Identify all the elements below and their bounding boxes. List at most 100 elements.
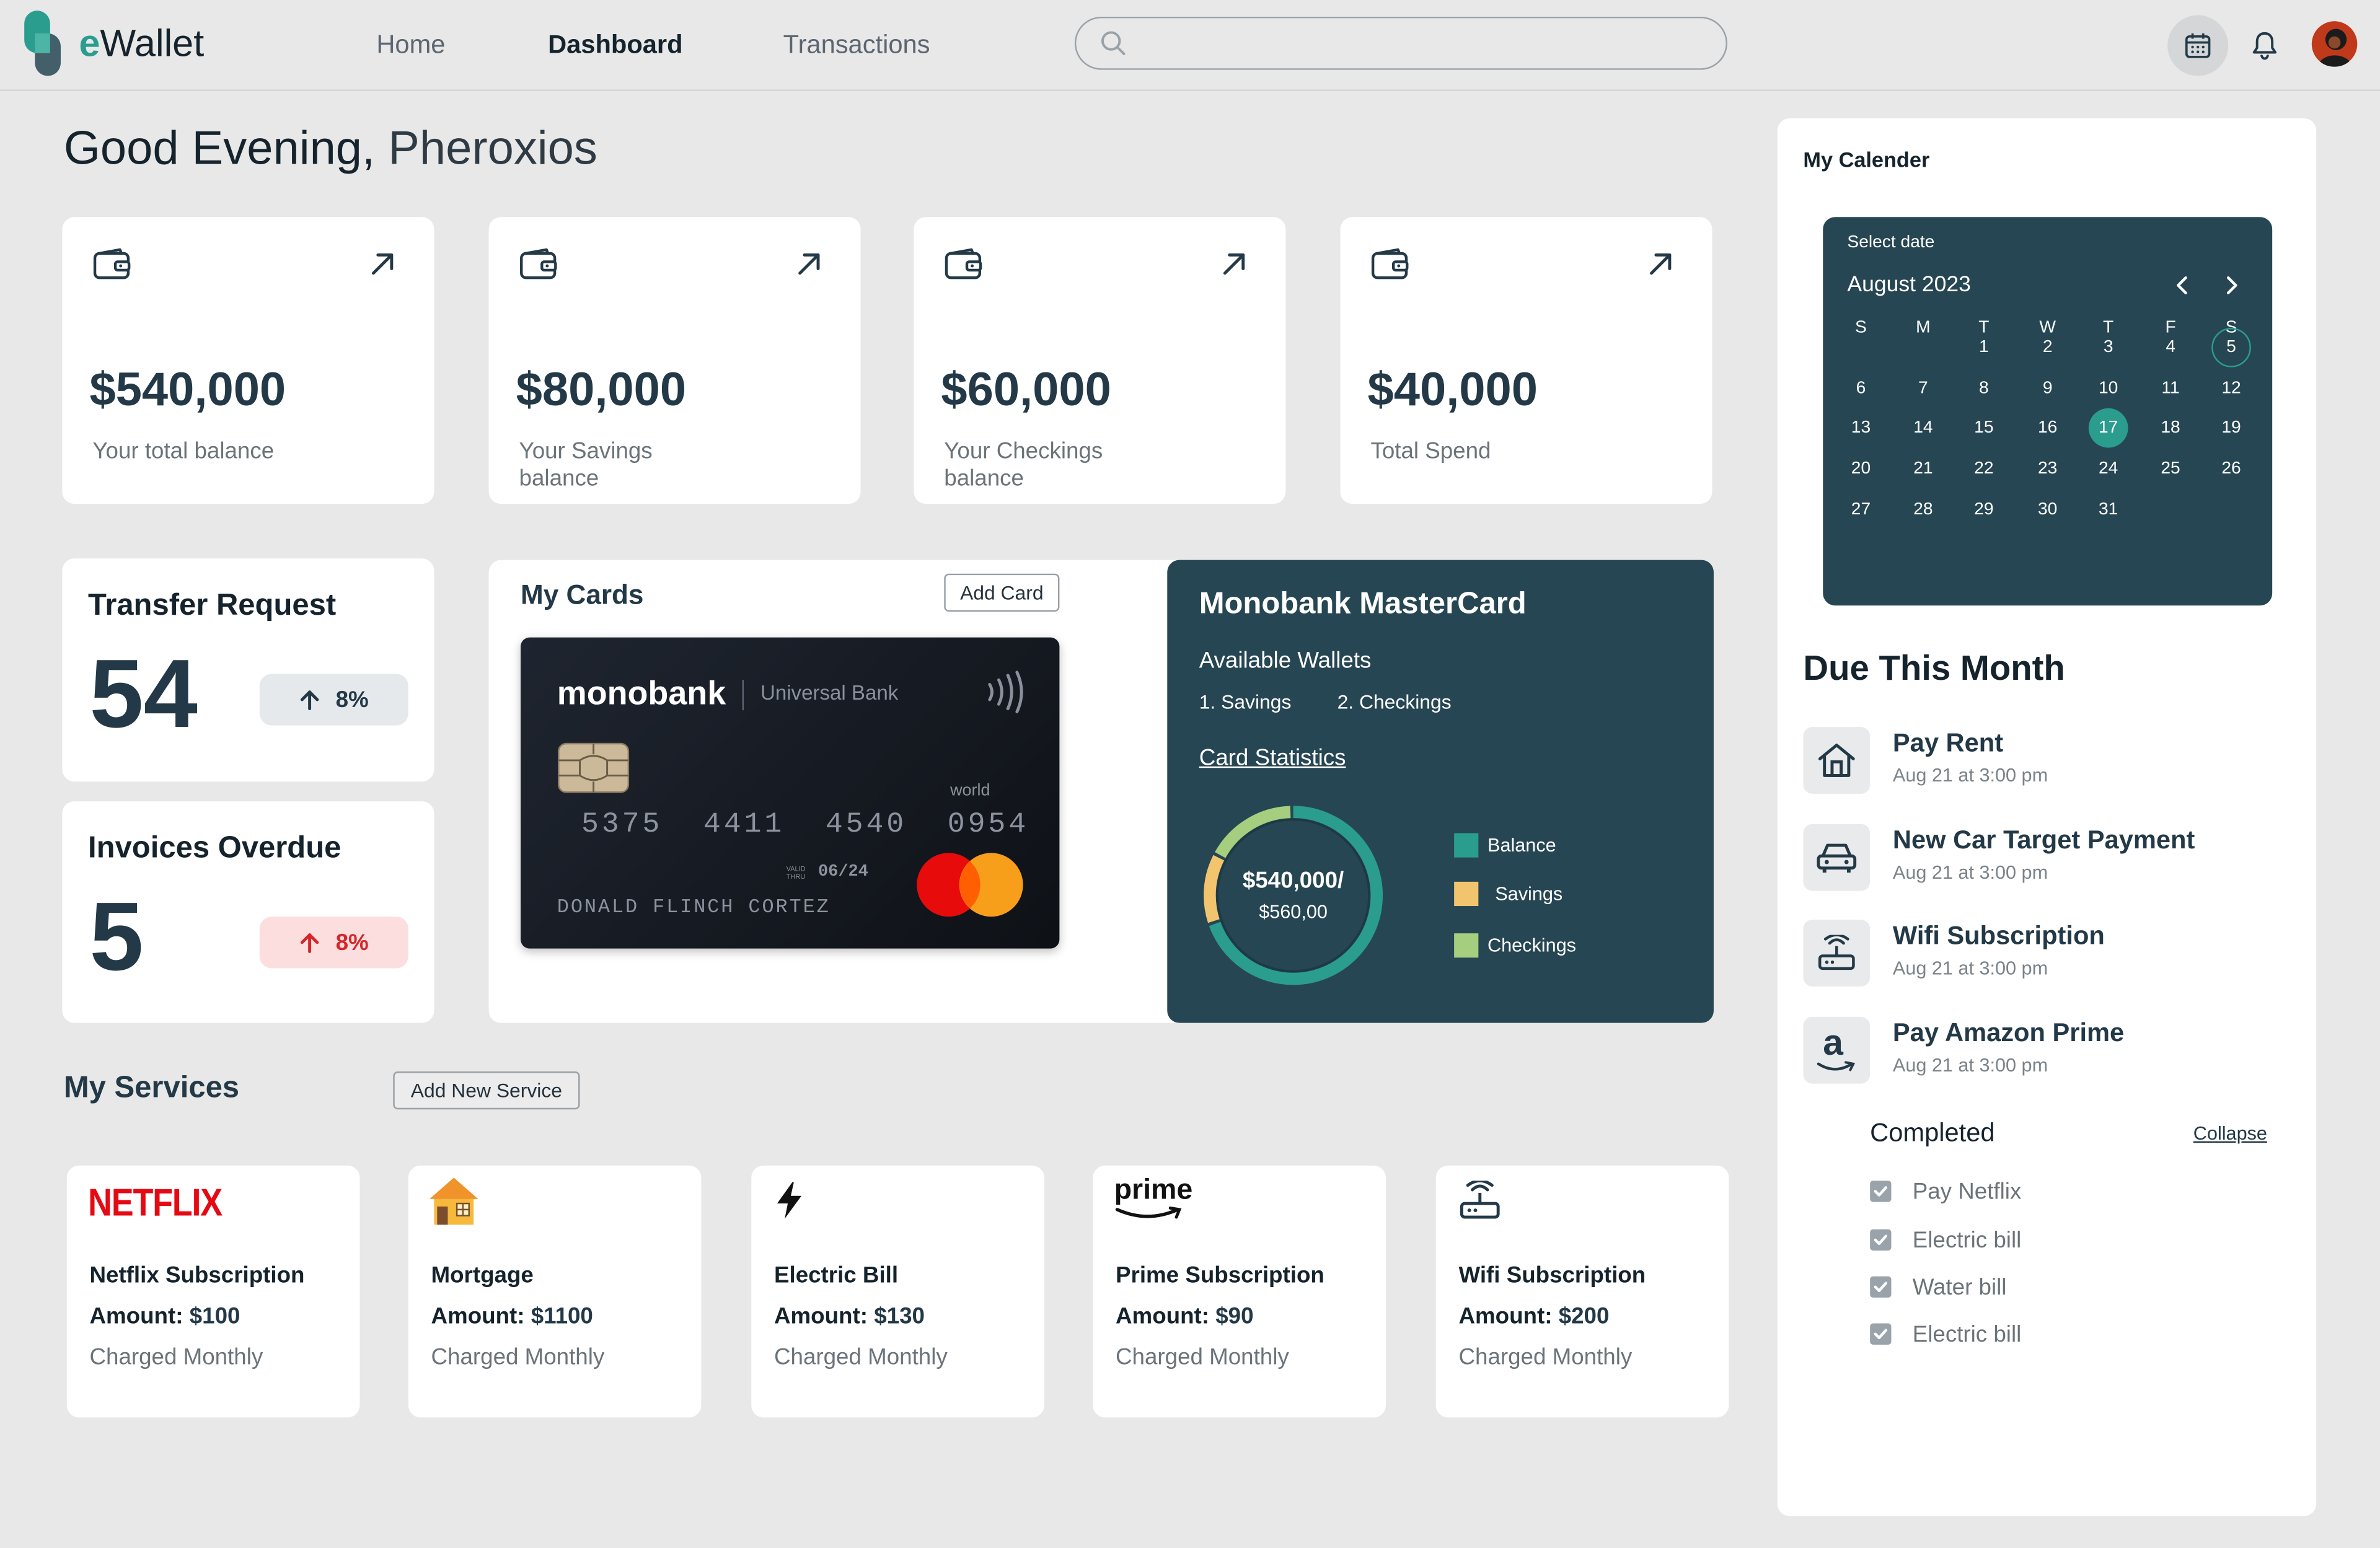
service-frequency: Charged Monthly [774,1344,948,1371]
router-icon [1803,920,1871,987]
nav-home[interactable]: Home [376,30,445,61]
calendar-day[interactable]: 14 [1903,408,1943,448]
due-item-wifi[interactable]: Wifi Subscription Aug 21 at 3:00 pm [1803,920,2289,993]
calendar-day[interactable]: 21 [1903,449,1943,489]
weekday-header: S [1855,319,1867,337]
calendar-day[interactable]: 7 [1903,369,1943,408]
stat-card-checkings[interactable]: $60,000 Your Checkings balance [914,217,1286,504]
calendar-day[interactable]: 19 [2211,408,2251,448]
service-card-netflix[interactable]: NETFLIX Netflix Subscription Amount: $10… [66,1165,360,1418]
calendar-day[interactable]: 29 [1964,490,2004,530]
arrow-up-right-icon[interactable] [795,250,822,278]
add-card-button[interactable]: Add Card [944,573,1060,612]
arrow-up-right-icon[interactable] [1220,250,1248,278]
completed-item-label: Electric bill [1912,1228,2022,1254]
nav-transactions[interactable]: Transactions [783,30,930,61]
calendar-day[interactable]: 28 [1903,490,1943,530]
card-statistics-link[interactable]: Card Statistics [1199,745,1346,771]
calendar-day[interactable]: 16 [2028,408,2068,448]
checkbox[interactable] [1870,1323,1892,1345]
calendar-day[interactable]: 8 [1964,369,2004,408]
search-input[interactable] [1140,24,1708,64]
app-title[interactable]: eWallet [79,23,204,67]
calendar-day[interactable]: 6 [1841,369,1881,408]
calendar-day[interactable]: 9 [2028,369,2068,408]
donut-amount: $540,000/ [1242,868,1344,894]
checkbox[interactable] [1870,1229,1892,1251]
service-card-mortgage[interactable]: Mortgage Amount: $1100 Charged Monthly [408,1165,702,1418]
card-statistics-donut [1204,806,1383,985]
calendar-day[interactable]: 23 [2028,449,2068,489]
legend-label: Savings [1495,883,1563,905]
calendar-button[interactable] [2167,15,2229,76]
due-this-month-title: Due This Month [1803,648,2065,688]
calendar-day-today[interactable]: 5 [2211,327,2251,367]
service-card-wifi[interactable]: Wifi Subscription Amount: $200 Charged M… [1435,1165,1729,1418]
notifications-button[interactable] [2234,15,2295,76]
card-bank-name: Universal Bank [760,681,899,705]
due-item-title: New Car Target Payment [1892,825,2195,855]
service-card-prime[interactable]: prime Prime Subscription Amount: $90 Cha… [1093,1165,1386,1418]
due-item-amazon-prime[interactable]: a Pay Amazon Prime Aug 21 at 3:00 pm [1803,1016,2289,1090]
calendar-day[interactable]: 31 [2089,490,2128,530]
calendar-day[interactable]: 3 [2089,328,2128,367]
calendar-day[interactable]: 25 [2151,449,2190,489]
calendar-day[interactable]: 30 [2028,490,2068,530]
arrow-up-right-icon[interactable] [369,250,396,278]
bank-card[interactable]: monobank Universal Bank world 5375 4411 … [521,637,1060,949]
calendar-day[interactable]: 11 [2151,369,2190,408]
avatar[interactable] [2311,21,2358,67]
calendar-day[interactable]: 10 [2089,369,2128,408]
due-item-pay-rent[interactable]: Pay Rent Aug 21 at 3:00 pm [1803,727,2289,800]
calendar-day[interactable]: 12 [2211,369,2251,408]
service-amount: Amount: $100 [89,1304,240,1330]
stat-card-total-balance[interactable]: $540,000 Your total balance [62,217,434,504]
calendar-day[interactable]: 2 [2028,328,2068,367]
legend-label: Balance [1488,834,1556,856]
calendar-day[interactable]: 13 [1841,408,1881,448]
greeting-name: Pheroxios [388,121,597,175]
calendar-day[interactable]: 4 [2151,328,2190,367]
calendar-day[interactable]: 20 [1841,449,1881,489]
car-icon [1803,824,1871,891]
stat-amount: $80,000 [516,363,687,416]
invoices-overdue-card[interactable]: Invoices Overdue 5 8% [62,801,434,1023]
calendar-day[interactable]: 27 [1841,490,1881,530]
checkbox[interactable] [1870,1276,1892,1298]
house-icon [1803,727,1871,794]
calendar-day[interactable]: 24 [2089,449,2128,489]
greeting: Good Evening, Pheroxios [64,121,597,176]
calendar-day[interactable]: 1 [1964,328,2004,367]
mastercard-panel-title: Monobank MasterCard [1199,587,1527,621]
search-box[interactable] [1074,16,1727,70]
my-calendar-title: My Calender [1803,147,1930,172]
service-card-electric-bill[interactable]: Electric Bill Amount: $130 Charged Month… [751,1165,1044,1418]
calendar-day-selected[interactable]: 17 [2088,408,2128,448]
due-item-car-payment[interactable]: New Car Target Payment Aug 21 at 3:00 pm [1803,824,2289,897]
card-brand: monobank [557,674,726,712]
checkbox[interactable] [1870,1181,1892,1202]
transfer-request-card[interactable]: Transfer Request 54 8% [62,558,434,782]
service-frequency: Charged Monthly [1116,1344,1289,1371]
bell-icon [2251,30,2278,61]
legend-swatch [1454,833,1479,858]
stat-card-total-spend[interactable]: $40,000 Total Spend [1340,217,1712,504]
add-new-service-button[interactable]: Add New Service [393,1071,580,1110]
lightning-icon [773,1181,806,1220]
calendar-day[interactable]: 18 [2151,408,2190,448]
service-frequency: Charged Monthly [89,1344,263,1371]
house-icon [428,1175,480,1226]
app-logo-icon [21,9,64,79]
calendar-day[interactable]: 26 [2211,449,2251,489]
legend-label: Checkings [1488,935,1576,956]
calendar-day[interactable]: 15 [1964,408,2004,448]
collapse-link[interactable]: Collapse [2193,1123,2267,1144]
transfer-request-title: Transfer Request [88,589,337,623]
stat-card-savings[interactable]: $80,000 Your Savings balance [488,217,861,504]
calendar-day[interactable]: 22 [1964,449,2004,489]
arrow-up-right-icon[interactable] [1647,250,1674,278]
search-icon [1101,30,1127,56]
calendar-widget: Select date August 2023 SMTWTFS123456789… [1823,217,2273,606]
amazon-icon: a [1803,1016,1871,1084]
nav-dashboard[interactable]: Dashboard [548,30,682,61]
